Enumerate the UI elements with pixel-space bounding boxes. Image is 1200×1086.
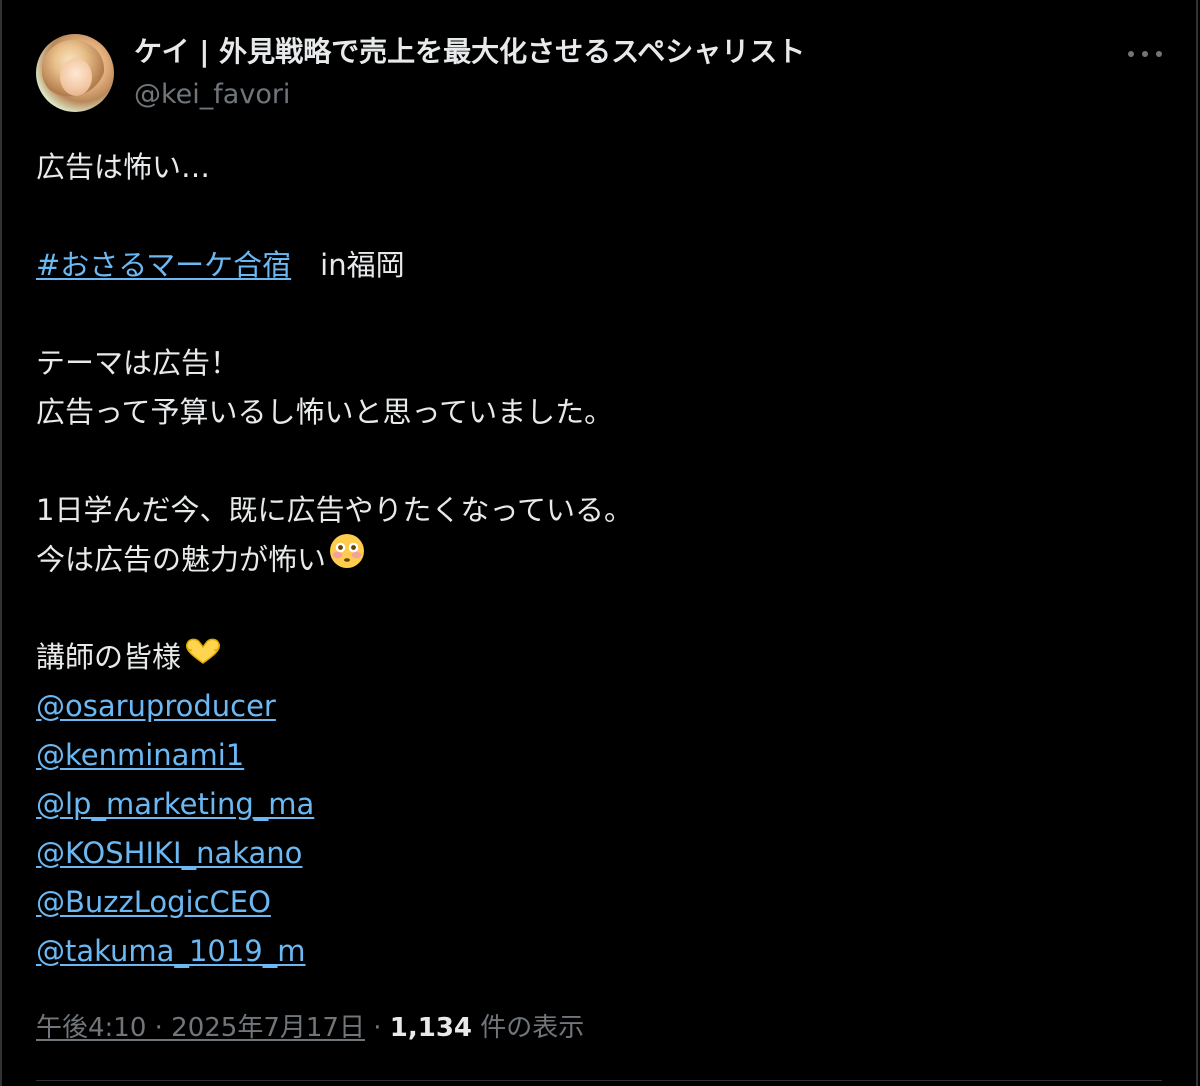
tweet-line-text: 今は広告の魅力が怖い [36,542,327,577]
author-display-name[interactable]: ケイ | 外見戦略で売上を最大化させるスペシャリスト [134,34,805,70]
tweet-line: テーマは広告！ [36,346,240,380]
views-count: 1,134 [389,1013,473,1043]
mention-line: @KOSHIKI_nakano [36,829,1156,878]
mention-line: @BuzzLogicCEO [36,878,1156,927]
more-dot [1156,51,1162,57]
mention-link[interactable]: @KOSHIKI_nakano [36,836,302,870]
flushed-face-emoji [328,532,366,585]
avatar[interactable] [36,34,114,112]
mention-link[interactable]: @kenminami1 [36,738,244,772]
more-dot [1142,51,1148,57]
mention-line: @takuma_1019_m [36,927,1156,976]
tweet-line: 広告って予算いるし怖いと思っていました。 [36,395,614,429]
more-dot [1128,51,1134,57]
heart-hands-emoji [183,632,223,681]
tweet-line: 広告は怖い… [36,150,211,184]
tweet-meta: 午後4:10 · 2025年7月17日 · 1,134 件の表示 [36,1007,584,1049]
tweet-line-with-emoji: 講師の皆様 [36,633,1156,682]
hashtag-suffix: in福岡 [291,248,405,282]
mention-line: @kenminami1 [36,731,1156,780]
mention-link[interactable]: @osaruproducer [36,689,276,723]
views-label: 件の表示 [472,1013,585,1043]
mention-line: @lp_marketing_ma [36,780,1156,829]
divider [36,1080,1162,1081]
tweet-card: ケイ | 外見戦略で売上を最大化させるスペシャリスト @kei_favori 広… [0,0,1198,1086]
hashtag-link[interactable]: #おさるマーケ合宿 [36,248,291,282]
avatar-face [60,58,92,96]
mention-link[interactable]: @takuma_1019_m [36,934,306,968]
mention-link[interactable]: @lp_marketing_ma [36,787,314,821]
mention-link[interactable]: @BuzzLogicCEO [36,885,271,919]
tweet-line: 1日学んだ今、既に広告やりたくなっている。 [36,493,634,527]
tweet-line-text: 講師の皆様 [36,640,182,674]
tweet-text: 広告は怖い… #おさるマーケ合宿 in福岡 テーマは広告！ 広告って予算いるし怖… [36,143,1156,976]
tweet-line-with-emoji: 今は広告の魅力が怖い [36,532,1156,585]
tweet-line-hashtag: #おさるマーケ合宿 in福岡 [36,241,1156,290]
author-handle[interactable]: @kei_favori [134,78,290,112]
timestamp-link[interactable]: 午後4:10 · 2025年7月17日 [36,1013,365,1043]
meta-separator: · [364,1013,390,1043]
more-options-icon[interactable] [1128,44,1162,64]
mention-line: @osaruproducer [36,682,1156,731]
